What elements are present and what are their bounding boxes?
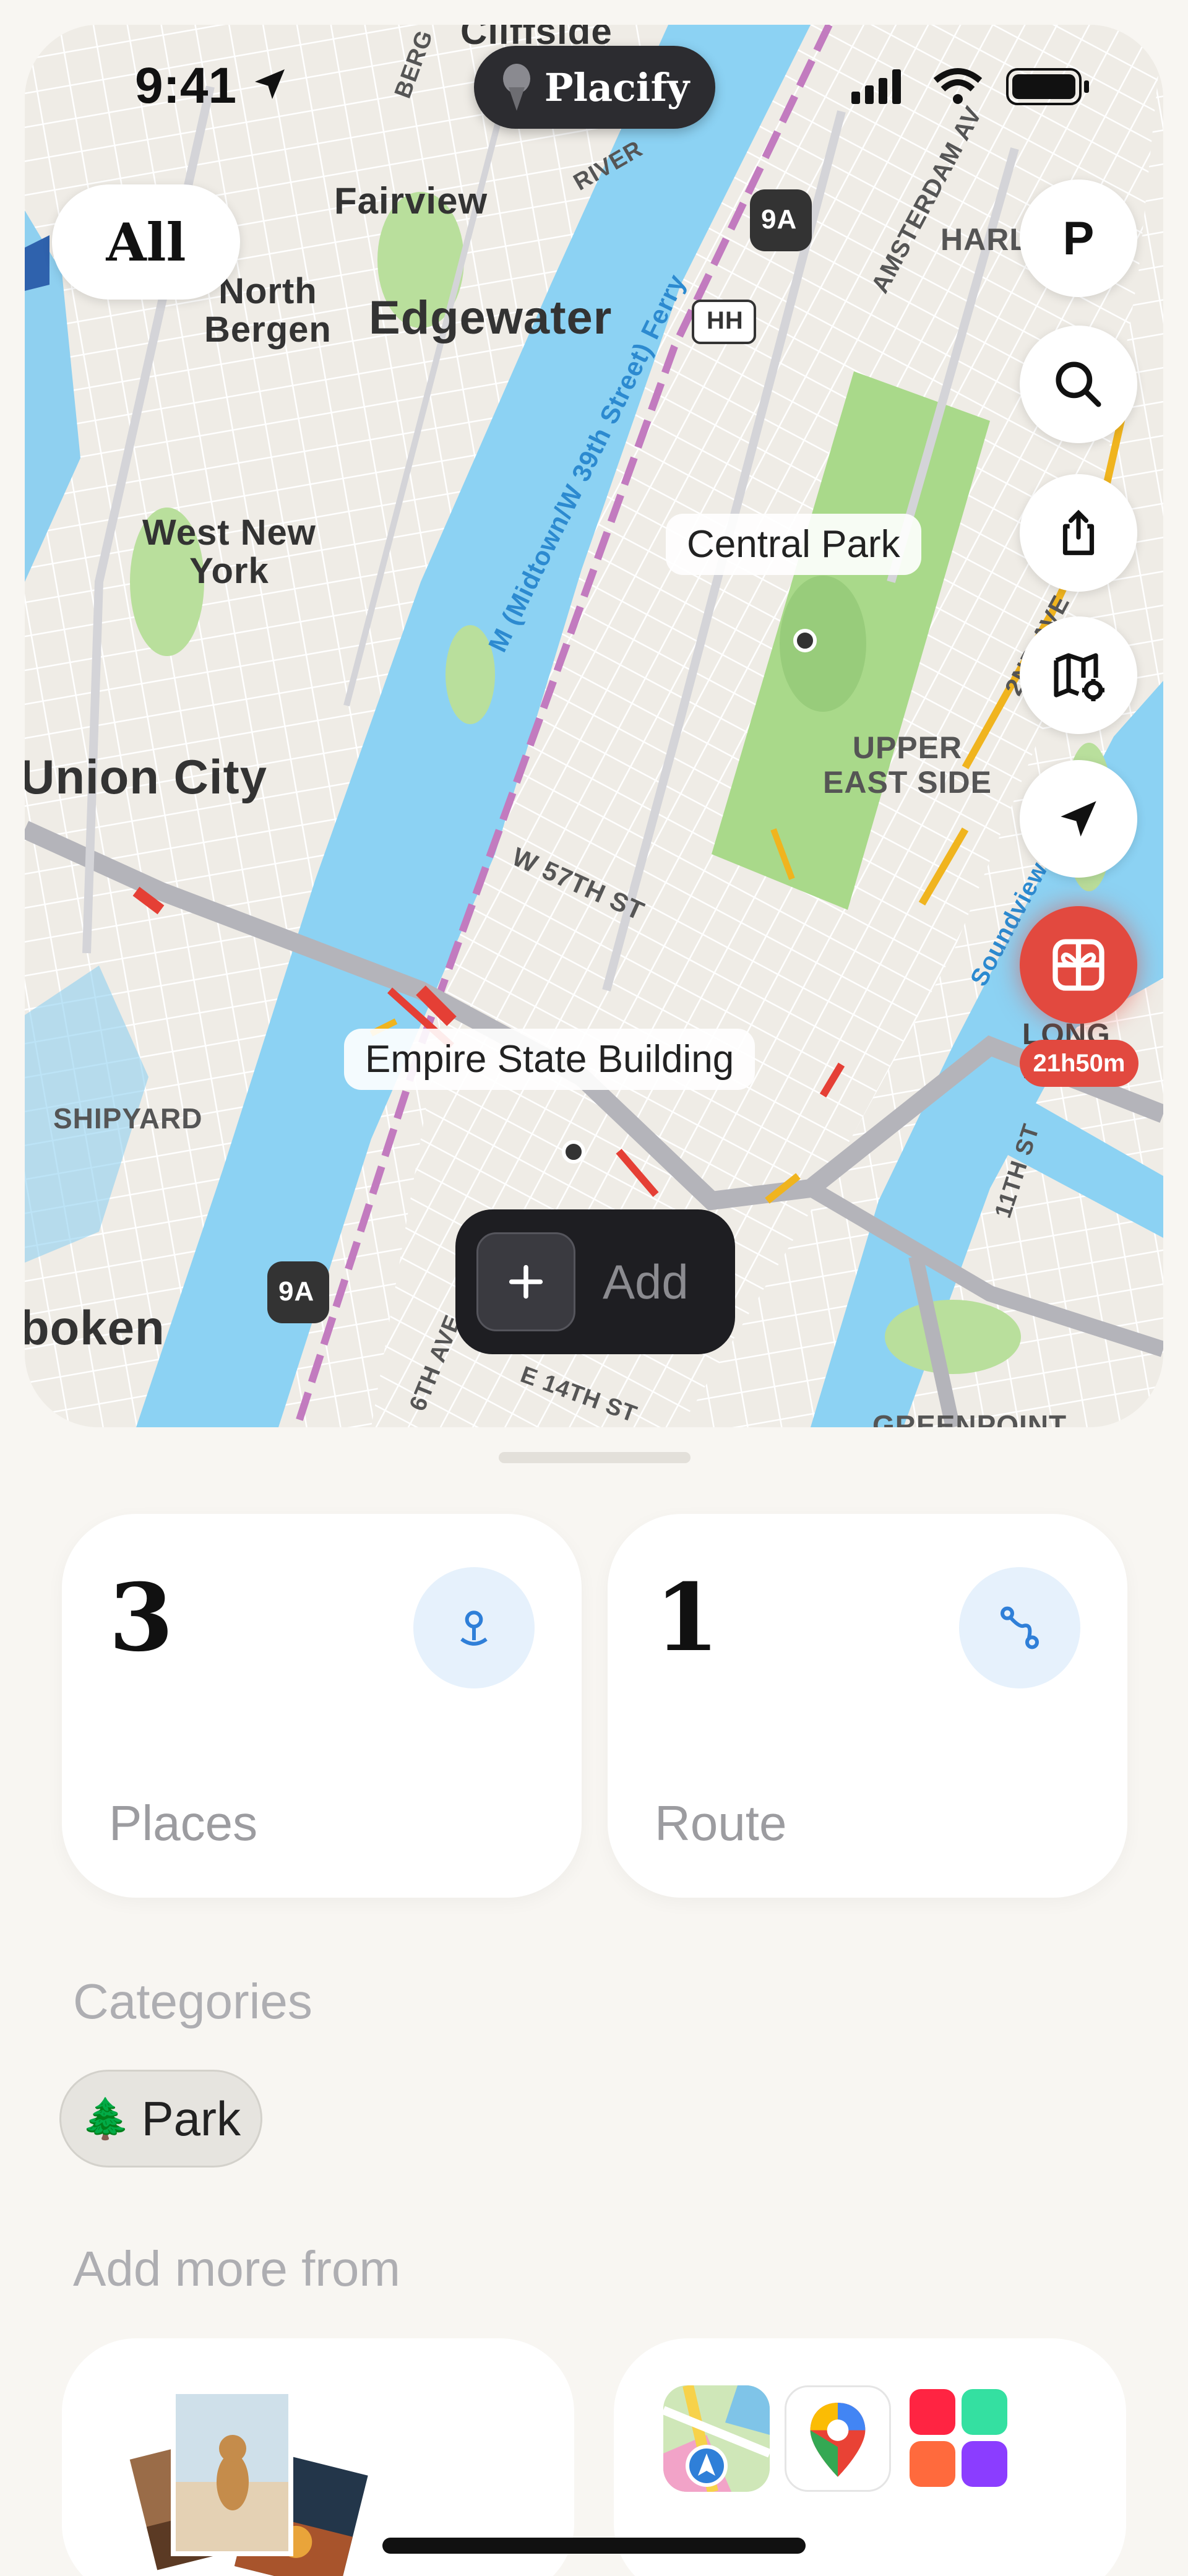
map-label-shipyard: SHIPYARD [53,1102,203,1135]
share-icon [1062,509,1095,555]
map-settings-icon [1054,653,1104,701]
profile-initial: P [1062,212,1095,265]
navigation-arrow-icon [1061,801,1096,837]
route-shield-hh: HH [707,307,744,334]
map-label-west-new-york: West New York [142,512,316,591]
map-label-union-city: Union City [25,750,267,804]
map-label-edgewater: Edgewater [369,292,613,344]
route-shield-9a-south: 9A [278,1276,315,1307]
place-label-empire-state[interactable]: Empire State Building [344,1029,755,1090]
places-label: Places [109,1796,258,1851]
locate-me-button[interactable] [1020,760,1137,878]
map-label-hoboken: boken [25,1300,165,1355]
plus-icon [476,1232,575,1331]
brand-pill[interactable]: Placify [474,46,715,129]
location-arrow-icon [255,69,285,99]
gift-button[interactable] [1020,906,1137,1024]
place-marker-empire-state[interactable] [562,1140,585,1164]
route-stat-card[interactable]: 1 Route [608,1514,1127,1898]
google-maps-icon [785,2385,891,2492]
brand-name: Placify [544,64,690,110]
map-label-harl: HARL [940,222,1029,257]
search-button[interactable] [1020,326,1137,443]
search-icon [1056,361,1101,407]
status-time: 9:41 [135,58,237,114]
place-label-central-park[interactable]: Central Park [666,514,921,575]
route-count: 1 [655,1563,720,1672]
sheet-grabber[interactable] [499,1452,691,1463]
add-label: Add [603,1254,689,1309]
categories-title: Categories [73,1974,312,2029]
map-label-fairview: Fairview [334,180,488,222]
category-chip-label: Park [141,2091,241,2146]
add-more-title: Add more from [73,2241,401,2296]
place-marker-central-park[interactable] [793,629,817,652]
share-button[interactable] [1020,474,1137,592]
gift-timer-badge: 21h50m [1020,1040,1138,1087]
route-label: Route [655,1796,787,1851]
add-place-button[interactable]: Add [455,1209,735,1354]
other-apps-icon [906,2385,1012,2492]
status-indicators [851,68,1089,105]
category-chip-park[interactable]: 🌲 Park [59,2070,262,2168]
map-label-north-bergen: North Bergen [204,271,332,350]
cellular-signal-icon [851,69,901,104]
profile-button[interactable]: P [1020,179,1137,297]
map-label-upper-east-side: UPPER EAST SIDE [823,730,992,800]
places-stat-card[interactable]: 3 Places [62,1514,582,1898]
home-indicator [382,2538,806,2554]
battery-icon [1006,68,1089,105]
wifi-icon [933,68,983,104]
pin-logo-icon [502,64,530,111]
apple-maps-icon [663,2385,770,2492]
map-label-greenpoint: GREENPOINT [872,1409,1067,1427]
app-screen: Cliffside Fairview North Bergen Edgewate… [0,0,1188,2576]
gift-icon [1052,939,1104,991]
map-settings-button[interactable] [1020,616,1137,734]
tree-icon: 🌲 [80,2096,131,2141]
filter-all-button[interactable]: All [52,184,240,300]
route-icon [959,1567,1080,1688]
places-count: 3 [109,1563,174,1672]
route-shield-9a: 9A [761,204,798,235]
pin-icon [413,1567,535,1688]
